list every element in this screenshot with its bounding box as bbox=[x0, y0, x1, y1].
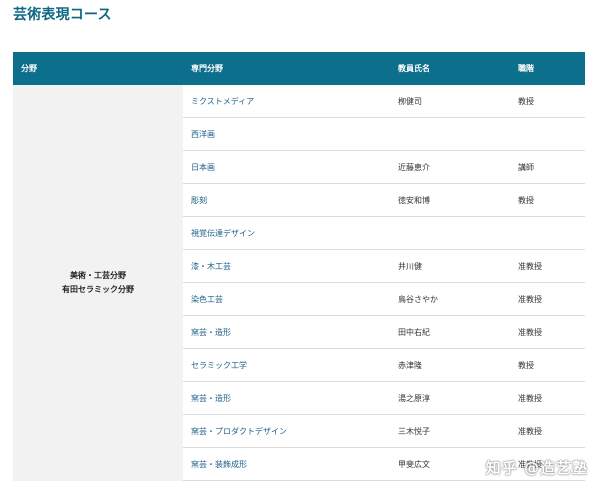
rank-cell: 講師 bbox=[510, 150, 585, 184]
teacher-name-cell: 三木悦子 bbox=[390, 414, 510, 448]
header-teacher-name: 教員氏名 bbox=[390, 52, 510, 85]
faculty-table: 分野 専門分野 教員氏名 職階 美術・工芸分野 有田セラミック分野 ミクストメデ… bbox=[13, 52, 585, 481]
rank-cell: 准教授 bbox=[510, 249, 585, 283]
teacher-name-cell: 井川健 bbox=[390, 249, 510, 283]
header-field: 分野 bbox=[13, 52, 183, 85]
specialty-cell: 窯芸・造形 bbox=[183, 381, 390, 415]
teacher-name-cell: 湯之原淳 bbox=[390, 381, 510, 415]
table-header-row: 分野 専門分野 教員氏名 職階 bbox=[13, 52, 585, 85]
teacher-name-cell: 徳安和博 bbox=[390, 183, 510, 217]
specialty-cell: 視覚伝達デザイン bbox=[183, 216, 390, 250]
specialty-cell: 窯芸・装飾成形 bbox=[183, 447, 390, 481]
teacher-name-cell bbox=[390, 216, 510, 250]
field-line-arita-ceramics: 有田セラミック分野 bbox=[62, 284, 134, 294]
teacher-name-cell: 栁健司 bbox=[390, 85, 510, 118]
specialty-cell: セラミック工学 bbox=[183, 348, 390, 382]
watermark: 知乎 @造艺塾 bbox=[485, 459, 588, 477]
specialty-cell: 窯芸・プロダクトデザイン bbox=[183, 414, 390, 448]
rank-cell: 准教授 bbox=[510, 381, 585, 415]
teacher-name-cell bbox=[390, 117, 510, 151]
field-line-art-craft: 美術・工芸分野 bbox=[70, 270, 126, 280]
teacher-name-cell: 鳥谷さやか bbox=[390, 282, 510, 316]
rank-cell: 教授 bbox=[510, 348, 585, 382]
rank-cell: 准教授 bbox=[510, 282, 585, 316]
specialty-cell: 西洋画 bbox=[183, 117, 390, 151]
specialty-cell: 漆・木工芸 bbox=[183, 249, 390, 283]
rank-cell: 准教授 bbox=[510, 315, 585, 349]
header-rank: 職階 bbox=[510, 52, 585, 85]
table-row: 美術・工芸分野 有田セラミック分野 ミクストメディア 栁健司 教授 bbox=[13, 85, 585, 481]
specialty-cell: 窯芸・造形 bbox=[183, 315, 390, 349]
rank-cell: 教授 bbox=[510, 85, 585, 118]
teacher-name-cell: 田中右紀 bbox=[390, 315, 510, 349]
specialty-cell: 染色工芸 bbox=[183, 282, 390, 316]
specialty-cell: ミクストメディア bbox=[183, 85, 390, 118]
specialty-cell: 彫刻 bbox=[183, 183, 390, 217]
specialty-cell: 日本画 bbox=[183, 150, 390, 184]
page-title: 芸術表現コース bbox=[13, 7, 112, 23]
field-cell: 美術・工芸分野 有田セラミック分野 bbox=[13, 85, 183, 481]
rank-cell bbox=[510, 117, 585, 151]
teacher-name-cell: 近藤恵介 bbox=[390, 150, 510, 184]
teacher-name-cell: 赤津隆 bbox=[390, 348, 510, 382]
rank-cell bbox=[510, 216, 585, 250]
header-specialty: 専門分野 bbox=[183, 52, 390, 85]
rank-cell: 教授 bbox=[510, 183, 585, 217]
rank-cell: 准教授 bbox=[510, 414, 585, 448]
